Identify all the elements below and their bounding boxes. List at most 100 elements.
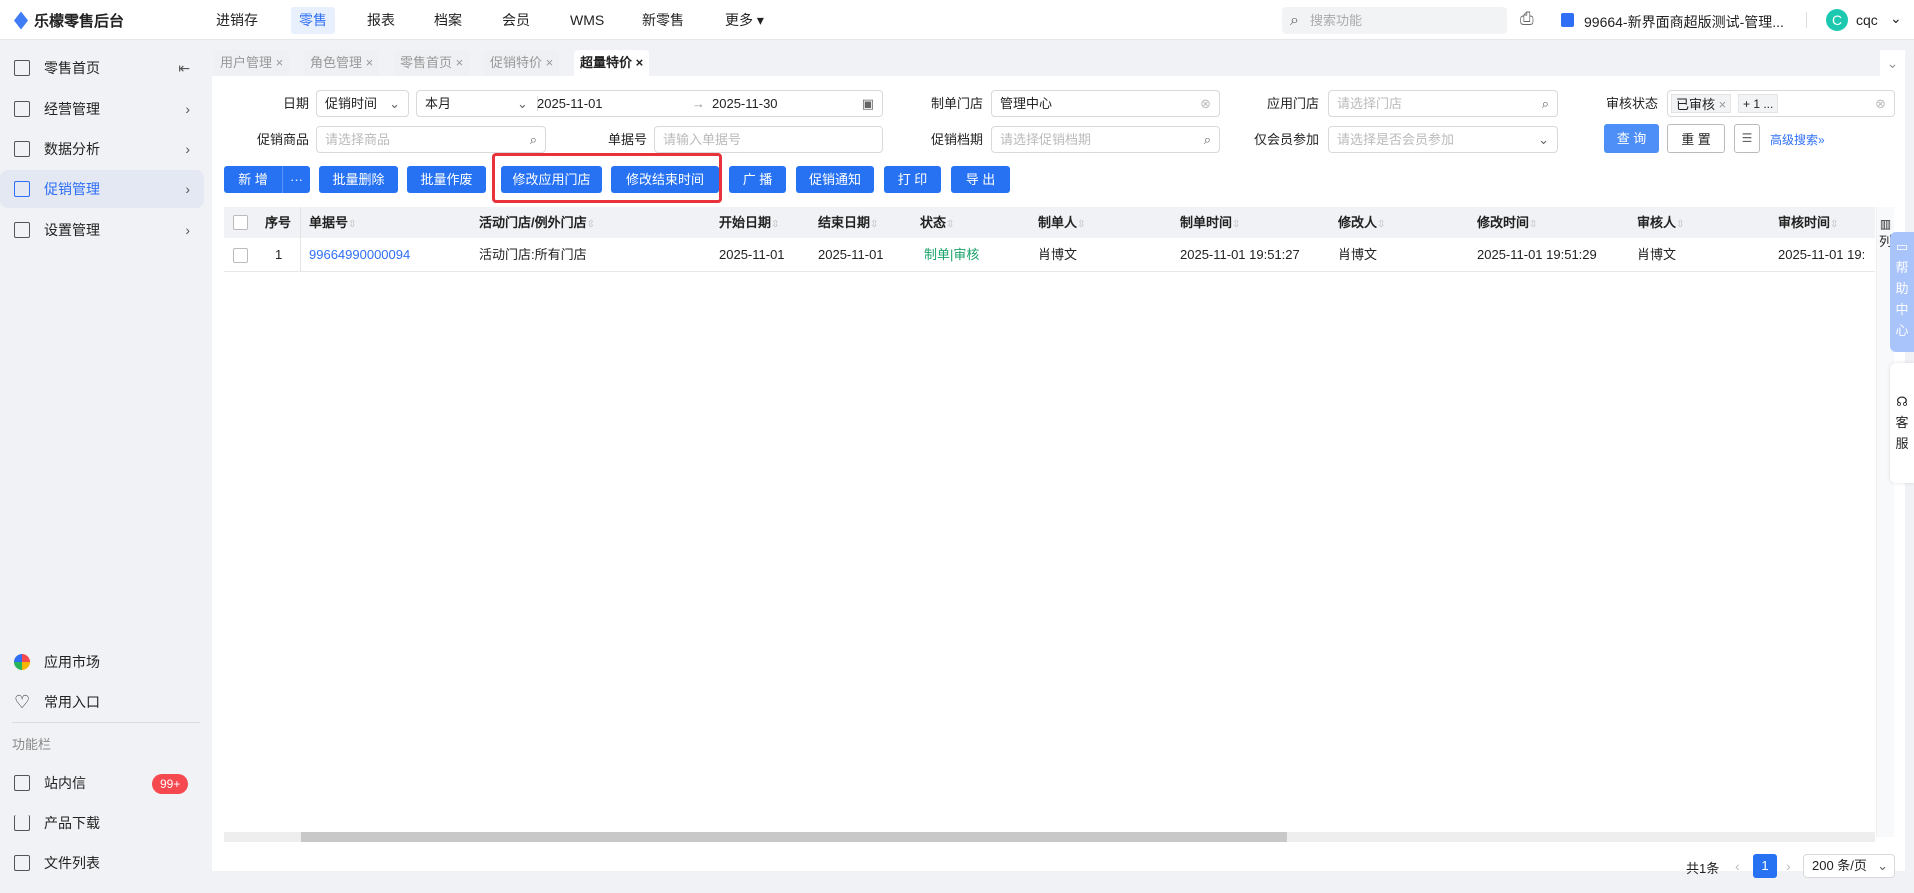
sidebar-item-files[interactable]: 文件列表: [0, 844, 204, 882]
more-icon[interactable]: ···: [283, 166, 310, 193]
row-checkbox[interactable]: [233, 248, 248, 263]
sidebar-item-favorites[interactable]: ♡ 常用入口: [0, 683, 204, 721]
divider: [1806, 12, 1807, 28]
date-range-picker[interactable]: 本月 ⌄ 2025-11-01 → 2025-11-30 ▣: [416, 90, 883, 117]
sidebar-item-app-market[interactable]: 应用市场: [0, 643, 204, 681]
app-market-icon: [14, 654, 30, 670]
logo-icon: [14, 11, 28, 30]
maker-store-input[interactable]: 管理中心 ⊗: [991, 90, 1220, 117]
tab-user-management[interactable]: 用户管理 ×: [214, 50, 290, 76]
tab-promo-price[interactable]: 促销特价 ×: [484, 50, 560, 76]
bill-no-input[interactable]: 请输入单据号: [654, 126, 883, 153]
schedule-label: 促销档期: [930, 132, 983, 147]
export-button[interactable]: 导 出: [951, 166, 1010, 193]
col-audit-time[interactable]: 审核时间⇳: [1778, 207, 1838, 238]
page-size-select[interactable]: 200 条/页 ⌄: [1803, 854, 1895, 878]
collapse-icon[interactable]: ⇤: [178, 49, 190, 87]
col-modifier[interactable]: 修改人⇳: [1338, 207, 1385, 238]
reset-button[interactable]: 重 置: [1667, 124, 1725, 153]
unread-badge: 99+: [152, 774, 189, 794]
audit-tag[interactable]: 已审核 ×: [1671, 94, 1732, 113]
mail-icon: [14, 775, 30, 791]
bill-no-link[interactable]: 99664990000094: [309, 239, 410, 271]
member-only-select[interactable]: 请选择是否会员参加 ⌄: [1328, 126, 1558, 153]
goods-input[interactable]: 请选择商品 ⌕: [316, 126, 546, 153]
sidebar-item-download[interactable]: 产品下载: [0, 804, 204, 842]
add-button[interactable]: 新 增: [224, 166, 283, 193]
col-stores[interactable]: 活动门店/例外门店⇳: [479, 207, 595, 238]
tabs-dropdown-icon[interactable]: ⌄: [1880, 50, 1905, 76]
customer-service-button[interactable]: ☊ 客服: [1890, 363, 1914, 483]
end-date[interactable]: 2025-11-30: [712, 91, 778, 116]
printer-icon[interactable]: ⎙: [1520, 9, 1534, 29]
heart-icon: ♡: [14, 692, 31, 712]
user-name[interactable]: cqc: [1856, 12, 1878, 28]
nav-new-retail[interactable]: 新零售: [642, 0, 684, 40]
scrollbar-thumb[interactable]: [301, 832, 1287, 842]
chevron-right-icon: ›: [185, 101, 190, 117]
modify-apply-store-button[interactable]: 修改应用门店: [501, 166, 602, 193]
batch-delete-button[interactable]: 批量删除: [319, 166, 398, 193]
schedule-input[interactable]: 请选择促销档期 ⌕: [991, 126, 1220, 153]
col-status[interactable]: 状态⇳: [920, 207, 954, 238]
sidebar-item-settings[interactable]: 设置管理 ›: [0, 211, 204, 249]
batch-void-button[interactable]: 批量作废: [407, 166, 486, 193]
col-start-date[interactable]: 开始日期⇳: [719, 207, 779, 238]
sidebar-item-retail-home[interactable]: 零售首页 ⇤: [0, 49, 204, 87]
page-1[interactable]: 1: [1753, 854, 1777, 878]
chevron-right-icon: ›: [185, 181, 190, 197]
query-button[interactable]: 查 询: [1604, 124, 1659, 153]
nav-member[interactable]: 会员: [502, 0, 530, 40]
app-logo[interactable]: 乐檬零售后台: [14, 10, 124, 31]
nav-archive[interactable]: 档案: [434, 0, 462, 40]
print-button[interactable]: 打 印: [884, 166, 941, 193]
promo-notice-button[interactable]: 促销通知: [796, 166, 874, 193]
nav-report[interactable]: 报表: [367, 0, 395, 40]
start-date[interactable]: 2025-11-01: [537, 91, 603, 116]
audit-status-select[interactable]: 已审核 × + 1 ... ⊗: [1667, 90, 1895, 117]
clear-icon: ⊗: [1200, 96, 1211, 111]
date-type-select[interactable]: 促销时间 ⌄: [316, 90, 409, 117]
col-end-date[interactable]: 结束日期⇳: [818, 207, 878, 238]
member-only-label: 仅会员参加: [1253, 132, 1319, 147]
chevron-right-icon: ›: [185, 222, 190, 238]
goods-label: 促销商品: [256, 132, 309, 147]
col-maker[interactable]: 制单人⇳: [1038, 207, 1085, 238]
prev-page[interactable]: ‹: [1735, 858, 1740, 874]
col-bill-no[interactable]: 单据号⇳: [309, 207, 356, 238]
tab-role-management[interactable]: 角色管理 ×: [304, 50, 380, 76]
advanced-search-link[interactable]: 高级搜索»: [1770, 131, 1825, 148]
sidebar-item-promotion[interactable]: 促销管理 ›: [0, 170, 204, 208]
next-page[interactable]: ›: [1786, 858, 1791, 874]
sidebar-item-operation[interactable]: 经营管理 ›: [0, 90, 204, 128]
apply-store-input[interactable]: 请选择门店 ⌕: [1328, 90, 1558, 117]
tab-bulk-price[interactable]: 超量特价 ×: [574, 50, 650, 77]
promotion-icon: [14, 181, 30, 197]
help-center-button[interactable]: ▭ 帮助中心: [1890, 232, 1914, 352]
divider: [12, 722, 200, 723]
cell-start-date: 2025-11-01: [719, 247, 785, 262]
search-input[interactable]: 搜索功能: [1282, 7, 1507, 34]
store-icon: [1561, 13, 1574, 27]
col-modify-time[interactable]: 修改时间⇳: [1477, 207, 1537, 238]
avatar[interactable]: C: [1826, 9, 1848, 31]
tab-retail-home[interactable]: 零售首页 ×: [394, 50, 470, 76]
date-label: 日期: [282, 96, 309, 111]
chevron-down-icon[interactable]: ⌄: [1890, 10, 1902, 27]
nav-more[interactable]: 更多 ▾: [725, 0, 764, 40]
modify-end-time-button[interactable]: 修改结束时间: [611, 166, 719, 193]
nav-jxc[interactable]: 进销存: [216, 0, 258, 40]
sidebar-item-messages[interactable]: 站内信 99+: [0, 764, 204, 802]
calendar-icon[interactable]: ▣: [862, 91, 874, 116]
store-name[interactable]: 99664-新界面商超版测试-管理...: [1584, 12, 1784, 32]
nav-wms[interactable]: WMS: [570, 0, 604, 40]
search-icon: ⌕: [1541, 96, 1549, 111]
filter-settings-icon[interactable]: ☰: [1734, 124, 1760, 153]
broadcast-button[interactable]: 广 播: [729, 166, 786, 193]
nav-retail[interactable]: 零售: [291, 7, 335, 34]
sidebar-item-analysis[interactable]: 数据分析 ›: [0, 130, 204, 168]
col-make-time[interactable]: 制单时间⇳: [1180, 207, 1240, 238]
select-all-checkbox[interactable]: [233, 215, 248, 230]
horizontal-scrollbar[interactable]: [224, 832, 1875, 842]
col-auditor[interactable]: 审核人⇳: [1637, 207, 1684, 238]
